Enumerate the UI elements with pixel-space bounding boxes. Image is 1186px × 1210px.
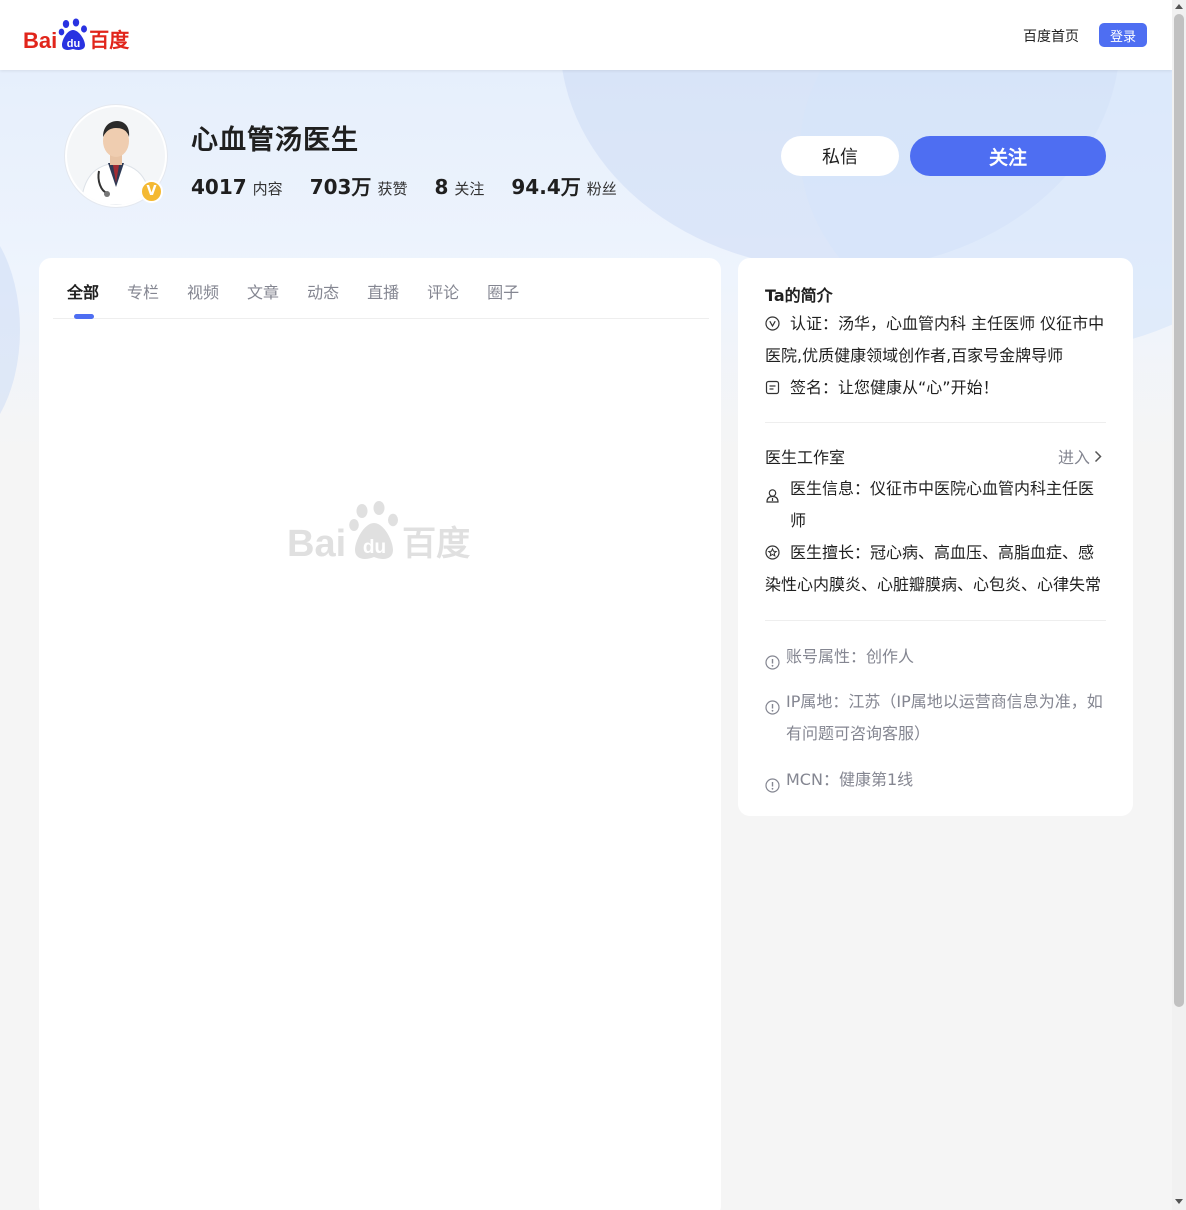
placeholder-paw-icon: du (348, 501, 400, 563)
doctor-specialty: 医生擅长：冠心病、高血压、高脂血症、感染性心内膜炎、心脏瓣膜病、心包炎、心律失常 (765, 537, 1107, 601)
author-stats: 4017 内容 703万 获赞 8 关注 94.4万 粉丝 (191, 171, 644, 200)
verified-circle-icon (765, 310, 780, 331)
tab-circle[interactable]: 圈子 (487, 258, 519, 318)
private-message-button[interactable]: 私信 (781, 136, 899, 176)
stat-label: 粉丝 (586, 180, 617, 198)
scroll-down-arrow-icon[interactable] (1175, 1199, 1183, 1204)
top-bar: Bai du 百度 百度首页 登录 (0, 0, 1172, 70)
enter-studio-link[interactable]: 进入 (1058, 444, 1102, 468)
page-scrollbar[interactable] (1172, 0, 1186, 1210)
stat-content[interactable]: 4017 内容 (191, 175, 283, 199)
tab-dynamic[interactable]: 动态 (307, 258, 339, 318)
account-type-row: 账号属性：创作人 (765, 641, 1107, 673)
tab-comments[interactable]: 评论 (427, 258, 459, 318)
tab-article[interactable]: 文章 (247, 258, 279, 318)
tab-column[interactable]: 专栏 (127, 258, 159, 318)
baidu-logo[interactable]: Bai du 百度 (23, 18, 129, 52)
placeholder-cn-text: 百度 (402, 525, 471, 563)
stat-fans[interactable]: 94.4万 粉丝 (511, 171, 616, 200)
certification-info: 认证：汤华，心血管内科 主任医师 仪征市中医院,优质健康领域创作者,百家号金牌导… (765, 308, 1107, 372)
stat-value: 703万 (309, 175, 372, 199)
login-button[interactable]: 登录 (1099, 23, 1147, 47)
content-panel: 全部 专栏 视频 文章 动态 直播 评论 圈子 Bai du 百度 (39, 258, 721, 1210)
stat-likes[interactable]: 703万 获赞 (310, 171, 408, 200)
tab-label: 全部 (67, 283, 100, 302)
stat-label: 内容 (252, 180, 283, 198)
star-badge-icon (765, 539, 780, 560)
stat-value: 4017 (191, 175, 247, 199)
divider (765, 422, 1106, 423)
content-tabs: 全部 专栏 视频 文章 动态 直播 评论 圈子 (53, 258, 709, 319)
scroll-up-arrow-icon[interactable] (1175, 4, 1183, 9)
placeholder-bai-text: Bai (287, 523, 347, 565)
info-circle-icon (765, 772, 780, 793)
author-name: 心血管汤医生 (191, 125, 359, 156)
enter-studio-label: 进入 (1058, 448, 1091, 467)
stat-label: 关注 (454, 180, 485, 198)
ip-location-text: IP属地：江苏（IP属地以运营商信息为准，如有问题可咨询客服） (786, 692, 1103, 743)
doctor-info: 医生信息：仪征市中医院心血管内科主任医师 (765, 473, 1107, 537)
doctor-person-icon (765, 482, 780, 503)
banner-decoration (0, 210, 20, 450)
ip-location-row: IP属地：江苏（IP属地以运营商信息为准，如有问题可咨询客服） (765, 686, 1107, 750)
signature-icon (765, 374, 780, 395)
stat-value: 94.4万 (511, 175, 581, 199)
baidu-home-link[interactable]: 百度首页 (1023, 26, 1079, 46)
info-circle-icon (765, 694, 780, 715)
intro-panel: Ta的简介 认证：汤华，心血管内科 主任医师 仪征市中医院,优质健康领域创作者,… (738, 258, 1133, 816)
chevron-right-icon (1094, 450, 1102, 463)
follow-button[interactable]: 关注 (910, 136, 1106, 176)
tab-live[interactable]: 直播 (367, 258, 399, 318)
tab-video[interactable]: 视频 (187, 258, 219, 318)
stat-value: 8 (434, 175, 449, 199)
mcn-text: MCN：健康第1线 (786, 770, 914, 789)
intro-block: 认证：汤华，心血管内科 主任医师 仪征市中医院,优质健康领域创作者,百家号金牌导… (765, 308, 1107, 404)
stat-following[interactable]: 8 关注 (434, 175, 484, 199)
active-tab-indicator (74, 314, 94, 319)
logo-bai-text: Bai (23, 28, 58, 53)
info-circle-icon (765, 649, 780, 670)
placeholder-du-text: du (363, 537, 386, 558)
mcn-row: MCN：健康第1线 (765, 764, 1107, 796)
doctor-specialty-text: 医生擅长：冠心病、高血压、高脂血症、感染性心内膜炎、心脏瓣膜病、心包炎、心律失常 (765, 543, 1102, 594)
scrollbar-thumb[interactable] (1174, 14, 1184, 1007)
studio-block: 医生信息：仪征市中医院心血管内科主任医师 医生擅长：冠心病、高血压、高脂血症、感… (765, 473, 1107, 601)
logo-cn-text: 百度 (89, 30, 130, 52)
divider (765, 620, 1106, 621)
paw-icon: du (58, 18, 88, 52)
verified-badge-icon: V (140, 180, 163, 203)
loading-placeholder-logo: Bai du 百度 (287, 501, 477, 563)
doctor-info-text: 医生信息：仪征市中医院心血管内科主任医师 (790, 479, 1095, 530)
signature-info: 签名：让您健康从“心”开始！ (765, 372, 1107, 404)
doctor-studio-title: 医生工作室 (765, 448, 846, 467)
tab-all[interactable]: 全部 (67, 258, 100, 319)
logo-du-text: du (67, 38, 80, 50)
stat-label: 获赞 (377, 180, 408, 198)
account-type-text: 账号属性：创作人 (786, 647, 915, 666)
signature-text: 签名：让您健康从“心”开始！ (790, 378, 999, 397)
certification-text: 认证：汤华，心血管内科 主任医师 仪征市中医院,优质健康领域创作者,百家号金牌导… (765, 314, 1105, 365)
intro-title: Ta的简介 (765, 286, 833, 305)
